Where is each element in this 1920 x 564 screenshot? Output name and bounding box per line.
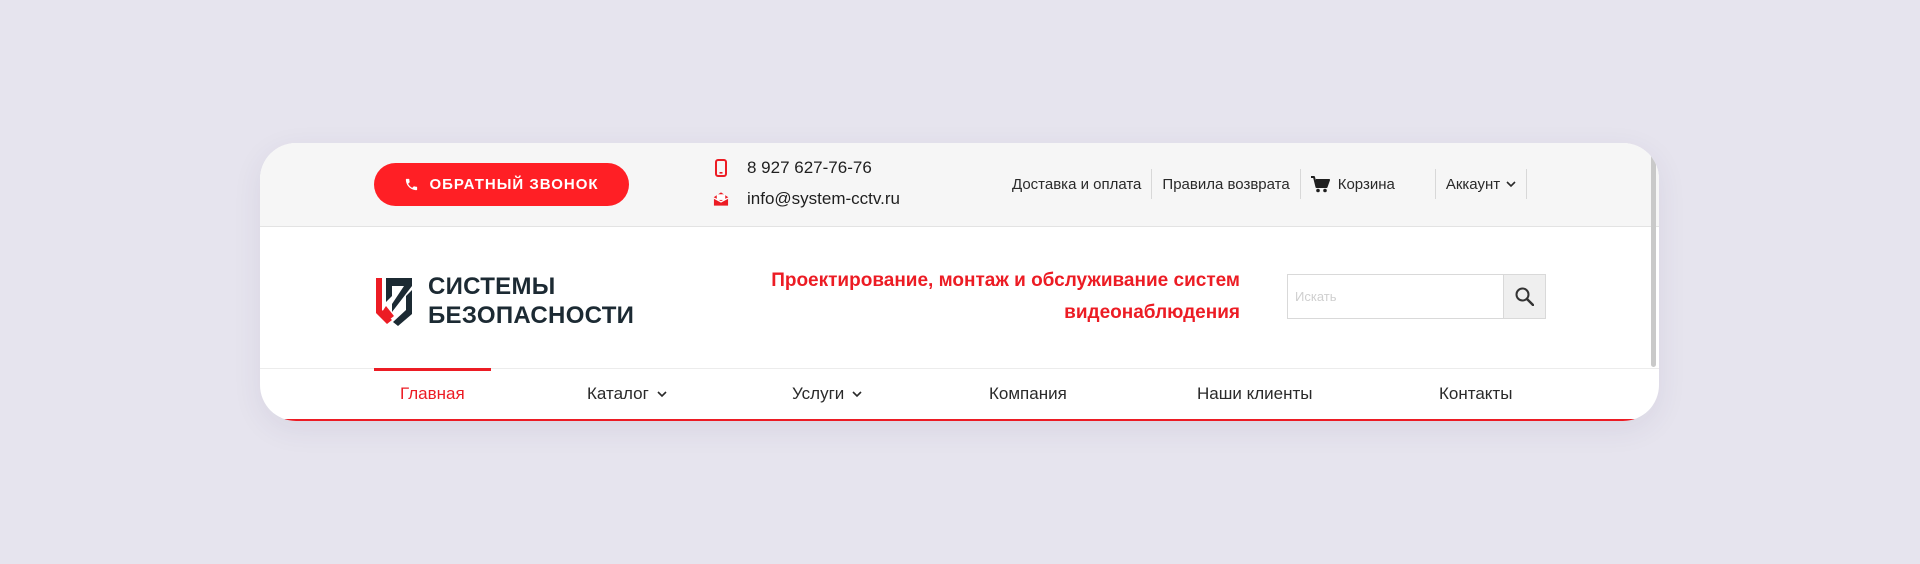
- slogan: Проектирование, монтаж и обслуживание си…: [700, 265, 1240, 329]
- delivery-link[interactable]: Доставка и оплата: [1002, 169, 1151, 199]
- nav-item-label: Компания: [989, 384, 1067, 403]
- callback-label: ОБРАТНЫЙ ЗВОНОК: [429, 176, 599, 193]
- site-header-card: ОБРАТНЫЙ ЗВОНОК 8 927 627-76-76 info@sys…: [260, 143, 1659, 421]
- main-nav: Главная Каталог Услуги Компания Наши кли…: [260, 368, 1659, 421]
- mobile-phone-icon: [713, 159, 729, 177]
- nav-item-label: Главная: [400, 384, 465, 403]
- nav-item-catalog[interactable]: Каталог: [587, 369, 667, 419]
- top-bar: ОБРАТНЫЙ ЗВОНОК 8 927 627-76-76 info@sys…: [260, 143, 1659, 227]
- envelope-icon: [713, 190, 729, 208]
- phone-icon: [406, 178, 418, 191]
- top-links: Доставка и оплата Правила возврата Корзи…: [1002, 169, 1528, 199]
- header-main: СИСТЕМЫ БЕЗОПАСНОСТИ Проектирование, мон…: [260, 227, 1659, 368]
- nav-item-label: Контакты: [1439, 384, 1513, 403]
- callback-button[interactable]: ОБРАТНЫЙ ЗВОНОК: [374, 163, 629, 206]
- nav-item-clients[interactable]: Наши клиенты: [1197, 369, 1312, 419]
- nav-bottom-line: [260, 419, 1659, 421]
- nav-item-services[interactable]: Услуги: [792, 369, 862, 419]
- search-icon: [1515, 287, 1534, 306]
- search-button[interactable]: [1502, 275, 1545, 318]
- logo-line-2: БЕЗОПАСНОСТИ: [428, 302, 635, 329]
- nav-item-label: Каталог: [587, 384, 649, 403]
- account-label: Аккаунт: [1445, 175, 1501, 193]
- logo[interactable]: СИСТЕМЫ БЕЗОПАСНОСТИ: [374, 272, 634, 330]
- slogan-line-2: видеонаблюдения: [1064, 302, 1240, 323]
- account-dropdown[interactable]: Аккаунт: [1436, 169, 1526, 199]
- nav-item-home[interactable]: Главная: [400, 369, 465, 419]
- nav-item-label: Наши клиенты: [1197, 384, 1313, 403]
- chevron-down-icon: [852, 390, 862, 397]
- chevron-down-icon: [1506, 180, 1516, 187]
- scrollbar[interactable]: [1651, 153, 1656, 367]
- chevron-down-icon: [657, 390, 667, 397]
- cart-link[interactable]: Корзина: [1301, 169, 1435, 199]
- email-address: info@system-cctv.ru: [747, 189, 900, 208]
- shield-logo-icon: [376, 278, 412, 326]
- cart-label: Корзина: [1337, 175, 1395, 193]
- search-form: [1287, 274, 1546, 319]
- search-input[interactable]: [1288, 275, 1503, 318]
- email-contact[interactable]: info@system-cctv.ru: [713, 189, 900, 209]
- nav-item-company[interactable]: Компания: [989, 369, 1067, 419]
- nav-item-label: Услуги: [792, 384, 845, 403]
- phone-contact[interactable]: 8 927 627-76-76: [713, 158, 872, 178]
- phone-number: 8 927 627-76-76: [747, 158, 872, 177]
- nav-item-contacts[interactable]: Контакты: [1439, 369, 1512, 419]
- logo-text: СИСТЕМЫ БЕЗОПАСНОСТИ: [428, 272, 634, 330]
- logo-line-1: СИСТЕМЫ: [428, 273, 556, 300]
- cart-icon: [1310, 175, 1330, 192]
- slogan-line-1: Проектирование, монтаж и обслуживание си…: [771, 270, 1240, 291]
- returns-link[interactable]: Правила возврата: [1152, 169, 1299, 199]
- divider: [1526, 169, 1528, 199]
